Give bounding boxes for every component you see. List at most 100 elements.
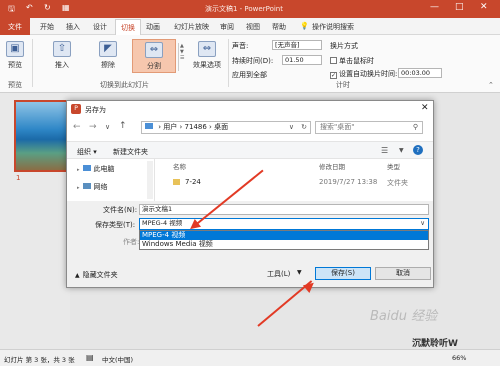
- chevron-down-icon: ∨: [420, 219, 425, 227]
- language-indicator[interactable]: 中文(中国): [102, 354, 133, 364]
- duration-input[interactable]: 01.50: [282, 55, 322, 65]
- column-header-date[interactable]: 修改日期: [319, 161, 345, 171]
- nav-scrollbar[interactable]: [147, 161, 153, 199]
- on-click-checkbox[interactable]: 单击鼠标时: [330, 56, 374, 66]
- search-input[interactable]: 搜索"桌面" ⚲: [315, 121, 423, 134]
- tools-dropdown-icon[interactable]: ▼: [297, 269, 302, 276]
- save-icon[interactable]: 🖫: [8, 3, 15, 17]
- title-bar: 🖫 ↶ ↻ ▦ 演示文稿1 - PowerPoint — □ ✕: [0, 0, 500, 18]
- zoom-level[interactable]: 66%: [452, 354, 466, 362]
- hide-folders-label: 隐藏文件夹: [82, 271, 118, 279]
- tab-slideshow[interactable]: 幻灯片放映: [174, 22, 209, 32]
- tab-animations[interactable]: 动画: [146, 22, 160, 32]
- organize-button[interactable]: 组织 ▾: [77, 147, 97, 157]
- divider: [32, 39, 33, 87]
- apply-all-button[interactable]: 应用到全部: [232, 70, 267, 80]
- back-icon[interactable]: ←: [73, 122, 81, 132]
- slide-thumbnail[interactable]: [14, 100, 70, 172]
- dialog-close-icon[interactable]: ✕: [421, 103, 429, 113]
- nav-item-label: 网络: [93, 183, 108, 191]
- column-header-type[interactable]: 类型: [387, 161, 400, 171]
- cancel-button[interactable]: 取消: [375, 267, 431, 280]
- forward-icon[interactable]: →: [89, 122, 97, 132]
- tab-view[interactable]: 视图: [246, 22, 260, 32]
- search-placeholder: 搜索"桌面": [320, 123, 355, 131]
- dropdown-option-wmv[interactable]: Windows Media 视频: [140, 240, 428, 249]
- address-bar[interactable]: › 用户 › 71486 › 桌面 ∨ ↻: [141, 121, 311, 134]
- nav-item-label: 此电脑: [93, 165, 115, 173]
- folder-icon: [173, 179, 180, 185]
- tell-me-search[interactable]: 操作说明搜索: [312, 22, 354, 32]
- effect-options-icon: ⇔: [198, 41, 216, 57]
- command-bar: 组织 ▾ 新建文件夹 ☰ ▼ ?: [67, 141, 433, 159]
- tab-help[interactable]: 帮助: [272, 22, 286, 32]
- spellcheck-icon[interactable]: ▤: [86, 353, 94, 362]
- slide-info: 幻灯片 第 3 张，共 3 张: [4, 356, 75, 364]
- file-list: 名称 修改日期 类型 7-24 2019/7/27 13:38 文件夹: [157, 159, 433, 201]
- window-title: 演示文稿1 - PowerPoint: [205, 5, 283, 13]
- author-label: 作者:: [123, 238, 140, 246]
- effect-options-button[interactable]: ⇔ 效果选项: [190, 41, 224, 70]
- wipe-label: 擦除: [101, 61, 115, 69]
- filename-input[interactable]: 演示文稿1: [139, 204, 429, 215]
- transition-split-button[interactable]: ⇔ 分割: [132, 39, 176, 73]
- preview-icon: ▣: [6, 41, 24, 57]
- push-label: 推入: [55, 61, 69, 69]
- after-checkbox[interactable]: ✓ 设置自动换片时间:: [330, 69, 397, 79]
- tab-review[interactable]: 审阅: [220, 22, 234, 32]
- filetype-select[interactable]: MPEG-4 视频 ∨: [139, 218, 429, 230]
- breadcrumb-users[interactable]: 用户: [163, 123, 177, 131]
- refresh-icon[interactable]: ↻: [301, 122, 307, 133]
- advance-title: 换片方式: [330, 42, 358, 50]
- lightbulb-icon: 💡: [300, 22, 309, 30]
- view-dropdown-icon[interactable]: ▼: [399, 147, 404, 154]
- divider: [228, 39, 229, 87]
- save-button[interactable]: 保存(S): [315, 267, 371, 280]
- duration-label: 持续时间(D):: [232, 57, 274, 65]
- close-icon[interactable]: ✕: [480, 2, 488, 12]
- tab-home[interactable]: 开始: [40, 22, 54, 32]
- transition-wipe-button[interactable]: ◤ 擦除: [94, 41, 122, 70]
- sound-select[interactable]: [无声音]: [272, 40, 322, 50]
- column-header-name[interactable]: 名称: [173, 161, 186, 171]
- up-icon[interactable]: ↑: [119, 121, 127, 131]
- breadcrumb-desktop[interactable]: 桌面: [214, 123, 228, 131]
- recent-dropdown-icon[interactable]: ∨: [105, 123, 110, 131]
- present-icon[interactable]: ▦: [62, 3, 70, 12]
- nav-item-this-pc[interactable]: ▸ 此电脑: [77, 164, 115, 174]
- tab-design[interactable]: 设计: [93, 22, 107, 32]
- tools-button[interactable]: 工具(L): [267, 269, 290, 279]
- tab-insert[interactable]: 插入: [66, 22, 80, 32]
- hide-folders-toggle[interactable]: ▲ 隐藏文件夹: [75, 270, 118, 280]
- after-time-input[interactable]: 00:03.00: [398, 68, 442, 78]
- sound-label: 声音:: [232, 42, 249, 50]
- collapse-ribbon-icon[interactable]: ⌃: [488, 81, 494, 89]
- maximize-icon[interactable]: □: [455, 2, 464, 12]
- breadcrumb-user[interactable]: 71486: [185, 123, 207, 131]
- redo-icon[interactable]: ↻: [44, 3, 51, 12]
- address-dropdown-icon[interactable]: ∨: [289, 122, 294, 133]
- wipe-icon: ◤: [99, 41, 117, 57]
- undo-icon[interactable]: ↶: [26, 3, 33, 12]
- ribbon-tabs: 文件 开始 插入 设计 切换 动画 幻灯片放映 审阅 视图 帮助 💡 操作说明搜…: [0, 18, 500, 35]
- dropdown-option-mpeg4[interactable]: MPEG-4 视频: [140, 231, 428, 240]
- new-folder-button[interactable]: 新建文件夹: [113, 147, 148, 157]
- preview-group-label: 预览: [8, 81, 22, 89]
- tab-file[interactable]: 文件: [0, 18, 30, 35]
- filetype-value: MPEG-4 视频: [142, 219, 183, 227]
- after-label: 设置自动换片时间:: [339, 70, 398, 78]
- dialog-title: 另存为: [85, 106, 106, 114]
- help-icon[interactable]: ?: [413, 145, 423, 155]
- nav-item-network[interactable]: ▸ 网络: [77, 182, 108, 192]
- transition-push-button[interactable]: ⇧ 推入: [48, 41, 76, 70]
- computer-icon: [82, 165, 91, 171]
- list-item[interactable]: 7-24 2019/7/27 13:38 文件夹: [157, 177, 427, 189]
- gallery-scroll[interactable]: ▲ ▼ ☰: [178, 43, 184, 71]
- status-bar: 幻灯片 第 3 张，共 3 张 ▤ 中文(中国) 66%: [0, 349, 500, 366]
- preview-button[interactable]: ▣ 预览: [4, 41, 26, 70]
- tab-transitions[interactable]: 切换: [115, 19, 141, 35]
- watermark: Baidu 经验: [370, 309, 438, 324]
- minimize-icon[interactable]: —: [430, 2, 439, 12]
- view-options-icon[interactable]: ☰: [381, 146, 388, 155]
- powerpoint-icon: P: [71, 104, 81, 114]
